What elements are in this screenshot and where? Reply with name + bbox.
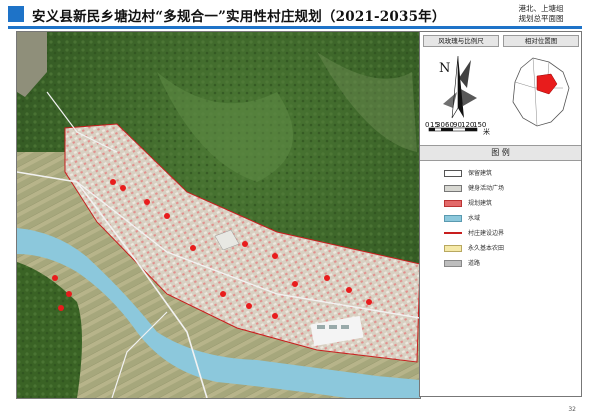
marker-planned-7	[272, 253, 278, 259]
drawing-area-name: 港北、上塘组	[518, 4, 564, 13]
retained-building-swatch	[444, 170, 462, 177]
marker-planned-16	[66, 291, 72, 297]
marker-planned-5	[190, 245, 196, 251]
north-arrow-and-scale: N 0 15 30 60 90 120 150 米	[425, 55, 490, 136]
marker-planned-4	[164, 213, 170, 219]
legend-heading: 图 例	[420, 145, 581, 161]
marker-planned-8	[292, 281, 298, 287]
marker-planned-15	[52, 275, 58, 281]
page-title: 安义县新民乡塘边村“多规合一”实用性村庄规划（2021-2035年）	[32, 9, 446, 25]
water-swatch	[444, 215, 462, 222]
scale-tick-0: 0	[425, 121, 429, 129]
marker-planned-11	[366, 299, 372, 305]
location-heading: 相对位置图	[503, 35, 579, 47]
marker-planned-10	[346, 287, 352, 293]
scale-tick-30: 30	[436, 121, 445, 129]
marker-planned-2	[120, 185, 126, 191]
map-side-panel: 风玫瑰与比例尺 相对位置图 N 0 15 30 60 90 120 150 米 …	[419, 31, 582, 397]
drawing-name: 规划总平面图	[518, 14, 564, 23]
marker-planned-3	[144, 199, 150, 205]
marker-planned-6	[242, 241, 248, 247]
boundary-swatch	[444, 232, 462, 234]
plaza-swatch	[444, 185, 462, 192]
farmland-swatch	[444, 245, 462, 252]
aerial-plan-map[interactable]	[16, 31, 421, 399]
marker-planned-17	[58, 305, 64, 311]
page-number: 32	[568, 406, 576, 413]
township-outline	[512, 57, 570, 127]
marker-planned-14	[220, 291, 226, 297]
location-inset-map	[512, 57, 570, 127]
title-accent-block	[8, 6, 24, 22]
map-canvas	[17, 32, 420, 398]
marker-planned-12	[246, 303, 252, 309]
marker-planned-1	[110, 179, 116, 185]
title-underline	[8, 26, 582, 29]
planned-building-swatch	[444, 200, 462, 207]
drawing-title-block: 港北、上塘组 规划总平面图	[500, 4, 582, 24]
scale-unit: 米	[483, 127, 490, 136]
marker-planned-9	[324, 275, 330, 281]
north-letter: N	[439, 61, 450, 76]
compass-heading: 风玫瑰与比例尺	[423, 35, 499, 47]
road-swatch	[444, 260, 462, 267]
marker-planned-13	[272, 313, 278, 319]
